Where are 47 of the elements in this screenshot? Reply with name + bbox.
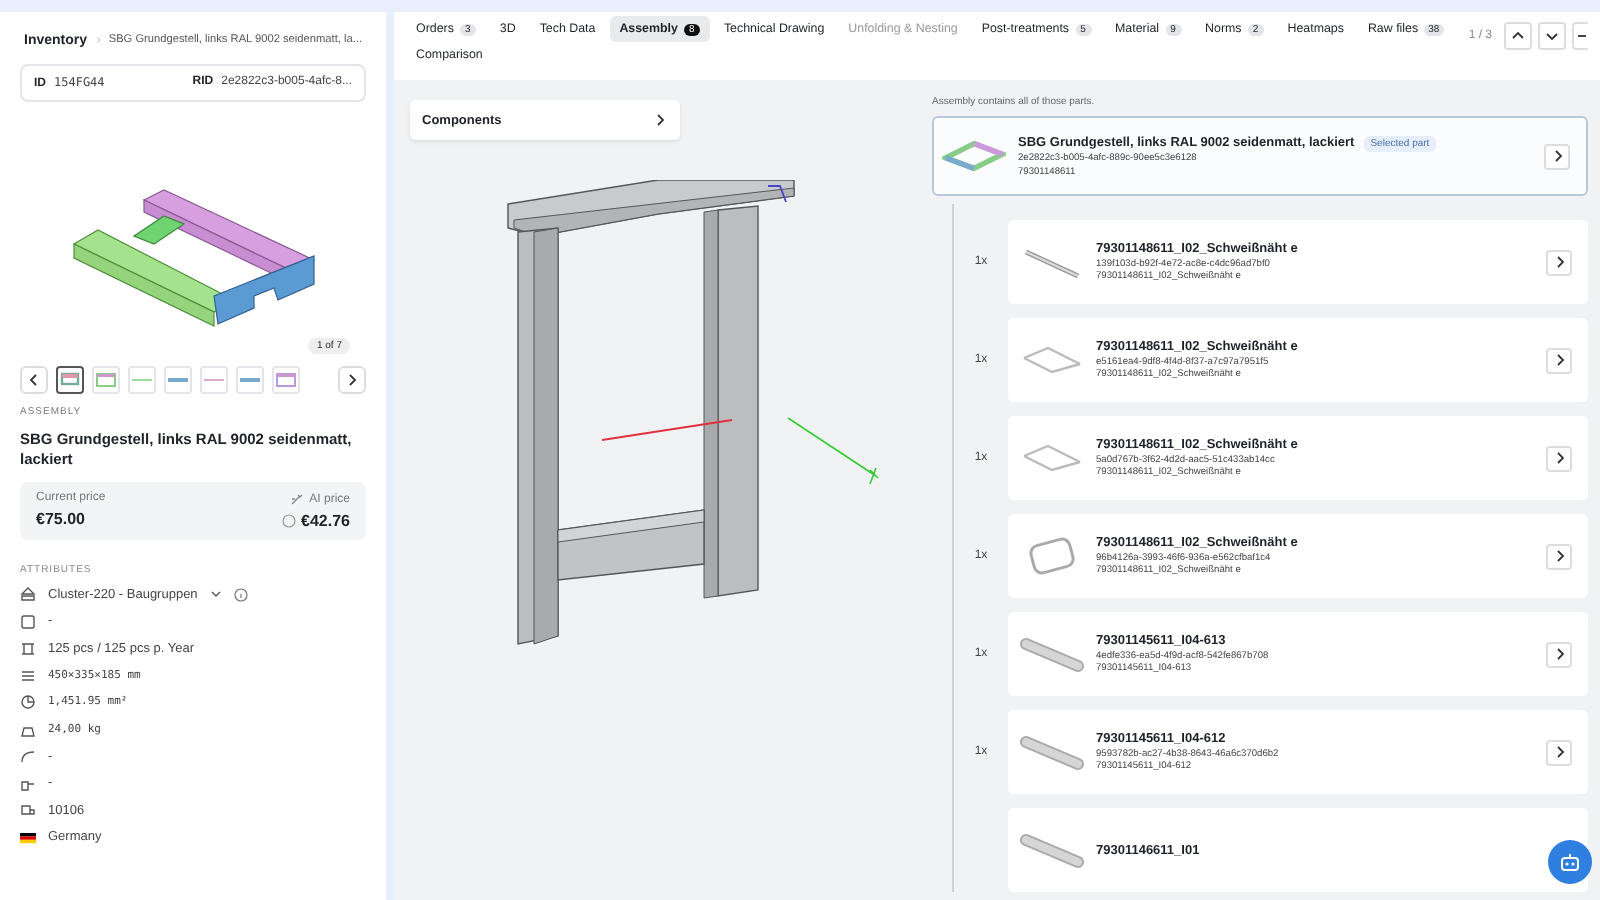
chevron-right-icon <box>1551 548 1567 564</box>
dimensions-icon <box>20 667 36 683</box>
box-icon <box>20 613 36 629</box>
chevron-down-icon <box>209 588 222 600</box>
chevron-up-icon <box>1510 27 1526 43</box>
next-button[interactable] <box>1538 21 1566 49</box>
chevron-right-icon <box>1551 352 1567 368</box>
chevron-right-icon <box>1551 646 1567 662</box>
chevron-right-icon <box>1551 744 1567 760</box>
price-value: €42.76 <box>301 512 350 531</box>
chevron-right-icon <box>344 372 360 388</box>
open-button[interactable] <box>1546 249 1572 275</box>
info-icon <box>281 514 296 529</box>
previous-button[interactable] <box>1504 21 1532 49</box>
x-axis-line <box>602 416 734 444</box>
open-button[interactable] <box>1546 739 1572 765</box>
previous-button[interactable] <box>20 366 48 394</box>
part-thumbnail-drawing <box>1020 634 1084 674</box>
cluster-icon <box>20 586 36 602</box>
next-button[interactable] <box>338 366 366 394</box>
part-thumbnail-drawing <box>1020 732 1084 772</box>
open-button[interactable] <box>1546 641 1572 667</box>
info-icon <box>233 587 248 601</box>
chevron-icon <box>95 32 101 48</box>
chevron-down-icon <box>1544 27 1560 43</box>
chevron-right-icon <box>1551 450 1567 466</box>
truck-icon <box>20 802 36 818</box>
z-axis-line <box>766 184 790 204</box>
assembly-thumbnail-drawing <box>942 136 1006 176</box>
chevron-right-icon <box>1551 254 1567 270</box>
chevron-left-icon <box>26 372 42 388</box>
chevron-right-icon <box>652 112 668 128</box>
part-thumbnail-drawing <box>1020 830 1084 870</box>
part-thumbnail-drawing <box>274 368 298 392</box>
price-value: €75.00 <box>36 510 87 529</box>
open-button[interactable] <box>1546 543 1572 569</box>
open-button[interactable] <box>1546 445 1572 471</box>
thumbnail[interactable] <box>56 366 84 394</box>
menu-button[interactable] <box>1572 21 1588 49</box>
weight-icon <box>20 721 36 737</box>
part-thumbnail-drawing <box>94 368 118 392</box>
open-button[interactable] <box>1546 347 1572 373</box>
flag-icon <box>20 829 36 845</box>
open-button[interactable] <box>1544 143 1570 169</box>
chevron-right-icon <box>1549 148 1565 164</box>
bend-icon <box>20 748 36 764</box>
area-icon <box>20 694 36 710</box>
